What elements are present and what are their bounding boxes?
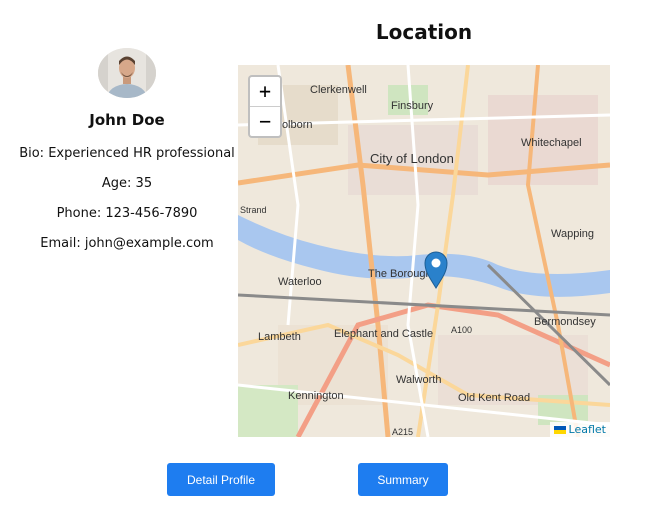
map-label: The Borough xyxy=(368,268,432,280)
location-marker-icon[interactable] xyxy=(424,251,448,289)
map-attribution[interactable]: Leaflet xyxy=(549,422,610,437)
map-label: A100 xyxy=(451,325,472,335)
map-label: Walworth xyxy=(396,374,441,386)
profile-email: Email: john@example.com xyxy=(40,236,214,251)
map-label: Lambeth xyxy=(258,331,301,343)
map-label: Strand xyxy=(240,205,267,215)
map-label: City of London xyxy=(370,151,454,166)
ukraine-flag-icon xyxy=(553,425,566,434)
profile-age: Age: 35 xyxy=(101,176,153,191)
leaflet-link[interactable]: Leaflet xyxy=(569,423,606,436)
map-label: Finsbury xyxy=(391,100,434,112)
location-title: Location xyxy=(375,20,473,44)
profile-name: John Doe xyxy=(89,111,165,129)
map-label: Clerkenwell xyxy=(310,84,367,96)
location-map[interactable]: Clerkenwell Finsbury Holborn City of Lon… xyxy=(238,65,610,437)
profile-phone: Phone: 123-456-7890 xyxy=(56,206,198,221)
profile-panel: John Doe Bio: Experienced HR professiona… xyxy=(0,48,254,251)
map-label: A215 xyxy=(392,427,413,437)
summary-button[interactable]: Summary xyxy=(358,463,448,496)
zoom-out-button[interactable]: − xyxy=(250,106,280,136)
detail-profile-button[interactable]: Detail Profile xyxy=(167,463,275,496)
avatar xyxy=(98,48,156,98)
map-label: Waterloo xyxy=(278,276,322,288)
map-label: Old Kent Road xyxy=(458,392,530,404)
map-label: Kennington xyxy=(288,390,344,402)
map-label: Whitechapel xyxy=(521,137,582,149)
map-label: Bermondsey xyxy=(534,316,596,328)
zoom-in-button[interactable]: + xyxy=(250,77,280,106)
map-label: Wapping xyxy=(551,228,594,240)
profile-bio: Bio: Experienced HR professional xyxy=(19,146,235,161)
map-label: Elephant and Castle xyxy=(334,328,433,340)
zoom-control: + − xyxy=(248,75,282,138)
